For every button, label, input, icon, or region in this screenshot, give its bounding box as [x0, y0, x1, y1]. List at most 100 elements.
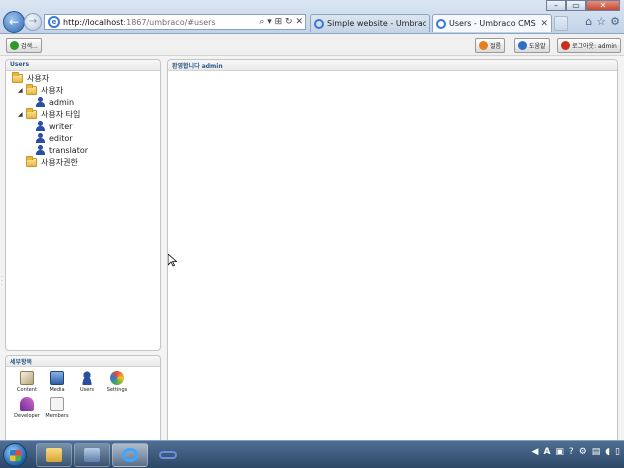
tab-close-icon[interactable]: ✕ — [540, 19, 548, 29]
orange-circle-icon — [479, 41, 488, 50]
media-icon — [50, 371, 64, 385]
user-icon — [36, 97, 45, 107]
tree-node-users[interactable]: ◢ 사용자 — [18, 84, 63, 96]
app-icon — [84, 448, 100, 462]
browser-chrome: – ▭ ✕ ← → e http://localhost:1867/umbrac… — [0, 0, 624, 34]
tree-node-permissions[interactable]: 사용자권한 — [26, 156, 78, 168]
user-icon — [36, 121, 45, 131]
folder-icon — [12, 72, 23, 83]
tray-help-icon[interactable]: ? — [569, 447, 574, 457]
user-icon — [36, 133, 45, 143]
new-tab-button[interactable] — [554, 16, 568, 31]
browser-right-icons: ⌂ ☆ ⚙ — [585, 15, 620, 28]
language-indicator[interactable]: A — [543, 447, 550, 457]
tree-node-label: editor — [49, 133, 73, 143]
tray-settings-icon[interactable]: ⚙ — [579, 447, 587, 457]
section-label: Developer — [14, 413, 40, 419]
address-url[interactable]: http://localhost:1867/umbraco/#users — [63, 18, 257, 27]
star-icon[interactable]: ☆ — [596, 15, 606, 28]
folder-icon — [26, 84, 37, 95]
tree-node-user-types[interactable]: ◢ 사용자 타입 — [18, 108, 81, 120]
section-settings[interactable]: Settings — [102, 371, 132, 393]
ie-tab-icon — [436, 18, 446, 29]
tree-node-label: writer — [49, 121, 73, 131]
show-desktop-button[interactable]: ▯ — [615, 447, 620, 457]
section-label: Media — [49, 387, 65, 393]
back-button[interactable]: ← — [3, 11, 25, 33]
logout-button[interactable]: 로그아웃: admin — [557, 38, 621, 53]
tray-keyboard-icon[interactable]: ▣ — [555, 447, 564, 457]
url-path: :1867/umbraco/#users — [123, 17, 216, 27]
home-icon[interactable]: ⌂ — [585, 15, 592, 28]
tree-node-label: 사용자 — [27, 74, 50, 83]
address-bar[interactable]: e http://localhost:1867/umbraco/#users ⌕… — [44, 14, 306, 30]
forward-button[interactable]: → — [24, 13, 42, 31]
section-members[interactable]: Members — [42, 397, 72, 419]
section-media[interactable]: Media — [42, 371, 72, 393]
start-button[interactable] — [3, 443, 27, 467]
close-button[interactable]: ✕ — [586, 0, 620, 11]
toolbar-button-a[interactable]: 절름 — [475, 38, 506, 53]
url-host: http://localhost — [63, 17, 124, 27]
users-icon — [80, 371, 94, 385]
main-panel: 환영합니다 admin — [167, 59, 618, 467]
tree-node-label: 사용자 타입 — [41, 110, 81, 119]
section-label: Members — [45, 413, 69, 419]
search-button[interactable]: 검색... — [6, 38, 42, 53]
windows-taskbar: ◀ A ▣ ? ⚙ ▤ ◖ ▯ — [0, 440, 624, 468]
help-icon — [518, 41, 527, 50]
user-icon — [36, 145, 45, 155]
tree-panel: Users 사용자 ◢ 사용자 admin ◢ 사용자 타입 writer ed… — [5, 59, 161, 351]
section-label: Settings — [106, 387, 128, 393]
help-label: 도움말 — [529, 43, 546, 50]
section-label: Users — [79, 387, 94, 393]
tree-node-writer[interactable]: writer — [36, 121, 72, 131]
address-controls[interactable]: ⌕ ▾ ⊞ ↻ ✕ — [257, 17, 305, 27]
tab-title: Users - Umbraco CMS - lo... — [449, 19, 538, 28]
tab-simple-website[interactable]: Simple website - Umbraco C... — [310, 14, 430, 32]
search-icon — [10, 41, 19, 50]
expand-arrow-icon[interactable]: ◢ — [18, 87, 26, 94]
tree-node-translator[interactable]: translator — [36, 145, 88, 155]
section-users[interactable]: Users — [72, 371, 102, 393]
window-controls: – ▭ ✕ — [546, 0, 620, 11]
section-content[interactable]: Content — [12, 371, 42, 393]
tree-node-label: admin — [49, 97, 75, 107]
tree-panel-header: Users — [6, 60, 160, 71]
tree-node-label: 사용자권한 — [41, 158, 78, 167]
taskbar-ie[interactable] — [112, 443, 148, 467]
taskbar-visual-studio[interactable] — [150, 443, 186, 467]
help-button[interactable]: 도움말 — [514, 38, 550, 53]
umbraco-app: 검색... 절름 도움말 로그아웃: admin Users 사용자 ◢ 사용자 — [0, 34, 624, 467]
expand-arrow-icon[interactable]: ◢ — [18, 111, 26, 118]
tree-node-users-root[interactable]: 사용자 — [12, 72, 50, 84]
tree-node-label: translator — [49, 145, 89, 155]
section-label: Content — [17, 387, 37, 393]
taskbar-explorer[interactable] — [36, 443, 72, 467]
tray-network-icon[interactable]: ▤ — [592, 447, 601, 457]
ie-tab-icon — [314, 18, 324, 29]
ie-page-icon: e — [48, 16, 60, 28]
section-developer[interactable]: Developer — [12, 397, 42, 419]
tray-arrow-icon[interactable]: ◀ — [532, 447, 539, 457]
tab-title: Simple website - Umbraco C... — [327, 19, 426, 28]
splitter-grip-icon[interactable]: · · · — [1, 275, 3, 289]
sections-panel-header: 세부항목 — [6, 356, 160, 367]
toolbar-button-a-label: 절름 — [490, 43, 502, 50]
members-icon — [50, 397, 64, 411]
maximize-button[interactable]: ▭ — [566, 0, 586, 11]
forward-arrow-icon: → — [28, 16, 38, 27]
app-toolbar: 검색... 절름 도움말 로그아웃: admin — [0, 34, 624, 56]
tree-node-editor[interactable]: editor — [36, 133, 73, 143]
tree-node-admin[interactable]: admin — [36, 97, 74, 107]
minimize-button[interactable]: – — [546, 0, 566, 11]
gear-icon[interactable]: ⚙ — [610, 15, 620, 28]
folder-icon — [26, 156, 37, 167]
logout-icon — [561, 41, 570, 50]
taskbar-app[interactable] — [74, 443, 110, 467]
settings-icon — [110, 371, 124, 385]
tray-volume-icon[interactable]: ◖ — [605, 447, 610, 457]
content-icon — [20, 371, 34, 385]
explorer-icon — [46, 448, 62, 462]
tab-users-umbraco[interactable]: Users - Umbraco CMS - lo... ✕ — [432, 14, 552, 32]
